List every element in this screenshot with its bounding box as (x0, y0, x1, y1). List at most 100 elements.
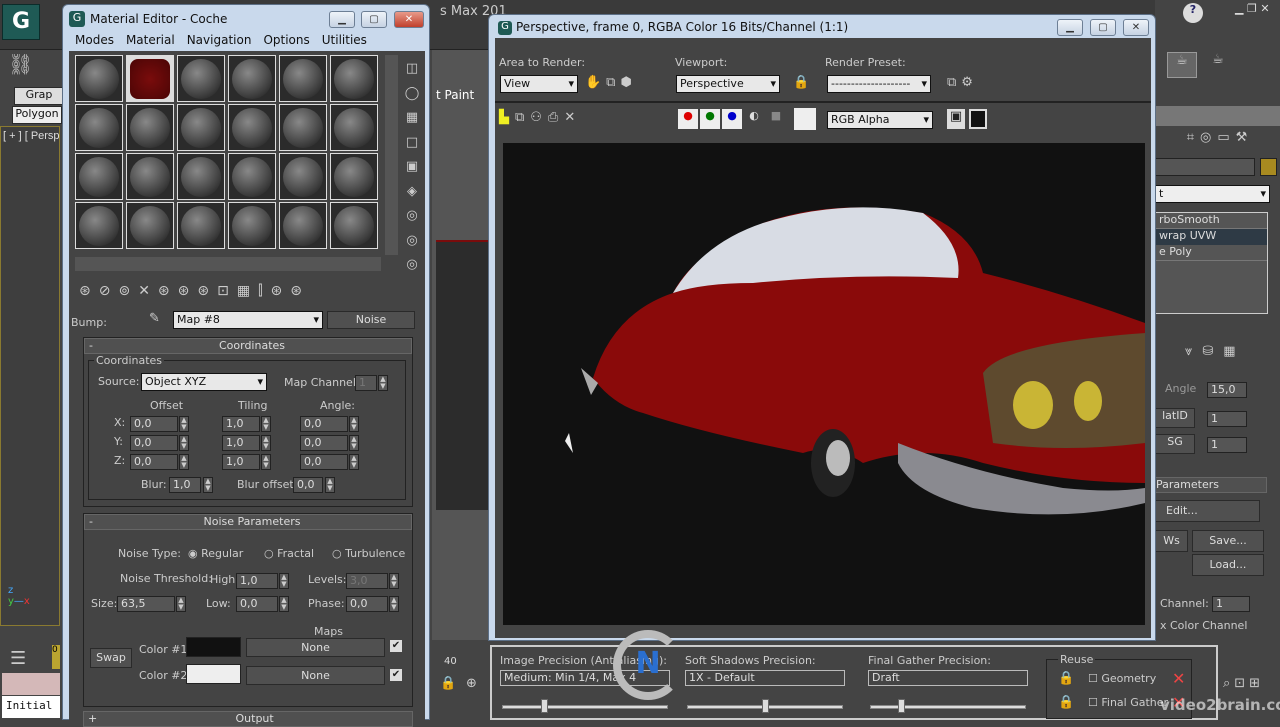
object-color-swatch[interactable] (1260, 158, 1277, 176)
material-slot[interactable] (330, 202, 378, 249)
menu-options[interactable]: Options (263, 33, 309, 47)
material-slot[interactable] (75, 153, 123, 200)
tiling-spinner[interactable]: ▲ ▼ (261, 435, 271, 451)
angle-spinner[interactable]: ▲ ▼ (349, 454, 359, 470)
final-gather-checkbox[interactable]: ☐ Final Gather (1088, 696, 1168, 709)
render-setup-icons[interactable]: ⧉⚙ (947, 75, 978, 90)
viewport-label[interactable]: [ + ] [ Persp (3, 130, 60, 142)
material-slot[interactable] (330, 104, 378, 151)
offset-field[interactable]: 0,0 (130, 435, 178, 451)
color2-map-button[interactable]: None (246, 666, 385, 685)
viewport-nav-icons[interactable]: ⌕⊡⊞ (1223, 676, 1264, 691)
save-copy-clone-print-clear-icons[interactable]: ▙⧉⚇⎙✕ (499, 110, 581, 125)
color1-map-button[interactable]: None (246, 638, 385, 657)
material-slot[interactable] (228, 202, 276, 249)
material-slot[interactable] (126, 202, 174, 249)
green-channel-toggle[interactable]: ● (700, 109, 720, 129)
modifier-stack[interactable]: rboSmooth wrap UVW e Poly (1155, 212, 1268, 314)
absolute-mode-icon[interactable]: ⊕ (466, 676, 477, 691)
help-button[interactable]: ? (1183, 3, 1203, 23)
material-slot[interactable] (177, 153, 225, 200)
material-slot[interactable] (75, 202, 123, 249)
source-dropdown[interactable]: Object XYZ (141, 373, 267, 391)
toggle-ui-icon[interactable] (969, 109, 987, 129)
maximize-button[interactable]: ▢ (361, 11, 387, 28)
low-spinner[interactable]: ▲ ▼ (279, 596, 289, 612)
maxscript-listener[interactable]: Initial (2, 696, 60, 718)
map-type-button[interactable]: Noise (327, 311, 415, 329)
material-slot[interactable] (228, 153, 276, 200)
reset-uvws-button[interactable]: Ws (1155, 530, 1188, 552)
color1-map-checkbox[interactable]: ✔ (390, 640, 402, 652)
tiling-field[interactable]: 1,0 (222, 454, 260, 470)
material-slot[interactable] (228, 104, 276, 151)
slots-horizontal-scrollbar[interactable] (75, 257, 381, 271)
material-slot[interactable] (279, 153, 327, 200)
geometry-checkbox[interactable]: ☐ Geometry (1088, 672, 1156, 685)
modifier-item[interactable]: e Poly (1156, 245, 1267, 261)
select-matid-button[interactable]: latID (1155, 408, 1195, 428)
high-spinner[interactable]: ▲ ▼ (279, 573, 289, 589)
red-channel-toggle[interactable]: ● (678, 109, 698, 129)
command-tabs[interactable]: ⌗◎▭⚒ (1165, 130, 1275, 145)
coordinates-rollout-header[interactable]: - Coordinates (84, 338, 412, 354)
render-preset-dropdown[interactable]: -------------------- (827, 75, 931, 93)
angle-field[interactable]: 0,0 (300, 435, 348, 451)
matid-field[interactable]: 1 (1207, 411, 1247, 427)
modifier-item[interactable]: rboSmooth (1156, 213, 1267, 229)
swatch-color[interactable] (794, 108, 816, 130)
load-button[interactable]: Load... (1192, 554, 1264, 576)
phase-spinner[interactable]: ▲ ▼ (389, 596, 399, 612)
area-tools[interactable]: ✋⧉⬢ (585, 75, 637, 90)
tiling-spinner[interactable]: ▲ ▼ (261, 416, 271, 432)
clear-geometry-icon[interactable]: ✕ (1172, 669, 1185, 688)
modifier-list-dropdown[interactable]: t (1155, 185, 1270, 203)
slots-vertical-scrollbar[interactable] (385, 55, 398, 255)
render-teapot-icon[interactable]: ☕ (1203, 52, 1233, 78)
eyedropper-icon[interactable]: ✎ (149, 311, 160, 326)
modifier-item-selected[interactable]: wrap UVW (1156, 229, 1267, 245)
parameters-rollout[interactable]: Parameters (1155, 477, 1267, 493)
angle-spinner[interactable]: ▲ ▼ (349, 416, 359, 432)
menu-modes[interactable]: Modes (75, 33, 114, 47)
material-slot[interactable] (279, 202, 327, 249)
material-slot[interactable] (177, 202, 225, 249)
size-spinner[interactable]: ▲ ▼ (176, 596, 186, 612)
radio-regular[interactable]: ◉ Regular (188, 547, 243, 560)
angle-spinner[interactable]: ▲ ▼ (349, 435, 359, 451)
angle-field[interactable]: 0,0 (300, 416, 348, 432)
material-slot[interactable] (126, 104, 174, 151)
material-slot[interactable] (330, 55, 378, 102)
noise-rollout-header[interactable]: - Noise Parameters (84, 514, 412, 530)
material-slot[interactable] (126, 55, 174, 102)
color2-swatch[interactable] (186, 664, 241, 684)
monochrome-toggle[interactable]: ■ (766, 109, 786, 129)
material-slot[interactable] (330, 153, 378, 200)
tiling-spinner[interactable]: ▲ ▼ (261, 454, 271, 470)
area-to-render-dropdown[interactable]: View (500, 75, 578, 93)
angle-field[interactable]: 15,0 (1207, 382, 1247, 398)
lock-viewport-icon[interactable]: 🔒 (793, 75, 809, 90)
material-slot[interactable] (126, 153, 174, 200)
select-sg-button[interactable]: SG (1155, 434, 1195, 454)
blur-offset-field[interactable]: 0,0 (293, 477, 323, 493)
close-button[interactable]: ✕ (394, 11, 424, 28)
material-slot[interactable] (177, 55, 225, 102)
blur-offset-spinner[interactable]: ▲ ▼ (325, 477, 335, 493)
soft-shadows-slider[interactable] (687, 699, 843, 713)
save-button[interactable]: Save... (1192, 530, 1264, 552)
material-slot[interactable] (75, 104, 123, 151)
tiling-field[interactable]: 1,0 (222, 435, 260, 451)
material-toolbar[interactable]: ⊛⊘⊚✕⊛⊛⊛⊡▦⫿⊛⊛ (79, 283, 310, 299)
minimize-button[interactable]: ▁ (329, 11, 355, 28)
final-gather-slider[interactable] (870, 699, 1026, 713)
menu-material[interactable]: Material (126, 33, 175, 47)
close-button[interactable]: ✕ (1123, 19, 1149, 36)
lock-selection-icon[interactable]: 🔒 (440, 676, 456, 691)
offset-spinner[interactable]: ▲ ▼ (179, 416, 189, 432)
minimize-button[interactable]: ▁ (1057, 19, 1083, 36)
edit-button[interactable]: Edit... (1155, 500, 1260, 522)
radio-turbulence[interactable]: ○ Turbulence (332, 547, 405, 560)
alpha-toggle[interactable]: ◐ (744, 109, 764, 129)
timeline-config-icon[interactable]: ☰ (10, 648, 26, 669)
